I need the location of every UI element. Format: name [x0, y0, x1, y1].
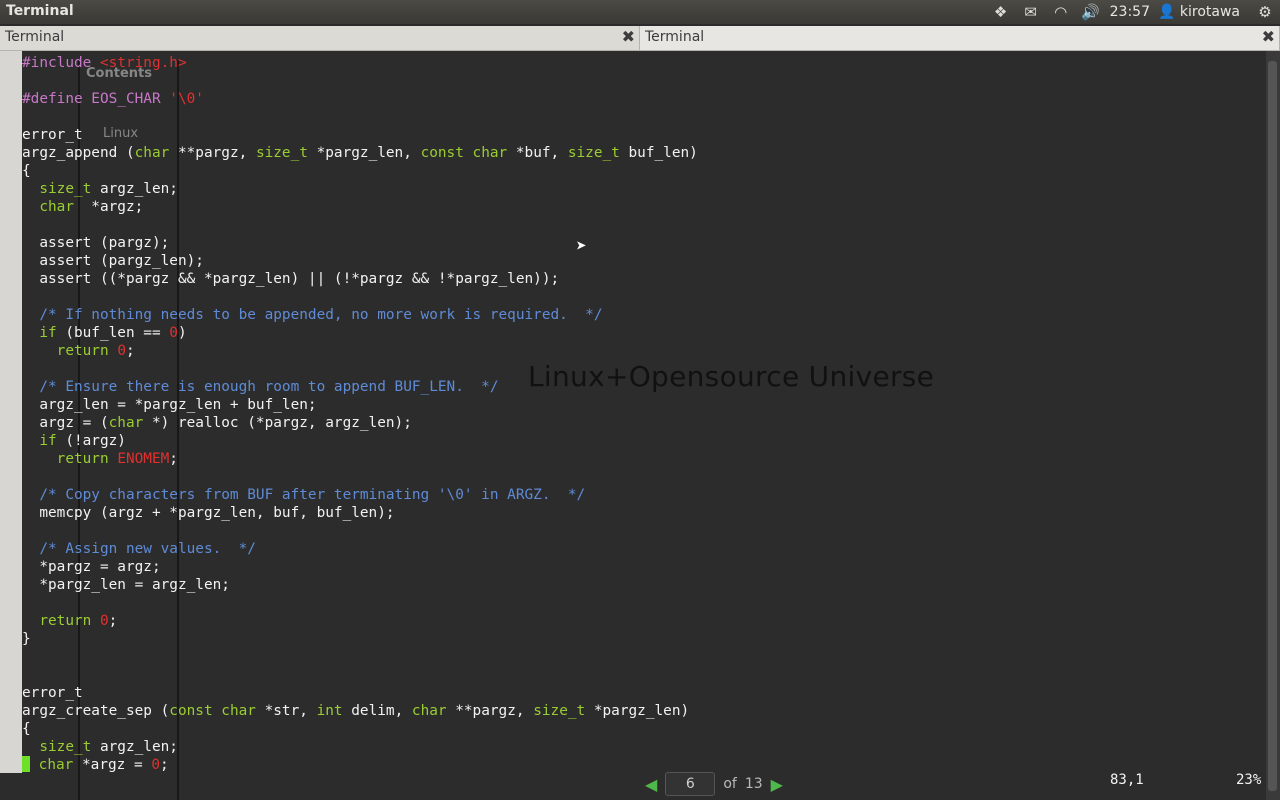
volume-icon[interactable]: 🔊 [1076, 3, 1106, 21]
wifi-icon[interactable]: ◠ [1046, 3, 1076, 21]
scrollbar-thumb[interactable] [1268, 61, 1277, 791]
code-line: argz_create_sep (const char *str, int de… [22, 703, 690, 719]
tab-bar: Terminal ✖ Terminal ✖ [0, 26, 1280, 51]
code-line: char *argz; [39, 199, 144, 215]
mail-icon[interactable]: ✉ [1016, 3, 1046, 21]
page-total: 13 [744, 776, 763, 792]
terminal-left-border [0, 51, 22, 773]
mouse-pointer-icon: ➤ [576, 236, 587, 257]
tab-terminal-1[interactable]: Terminal ✖ [0, 26, 640, 50]
tab-terminal-2[interactable]: Terminal ✖ [640, 26, 1280, 50]
code-line: assert (pargz); [22, 235, 170, 251]
code-line: argz_append (char **pargz, size_t *pargz… [22, 145, 698, 161]
watermark: Linux+Opensource Universe [528, 360, 935, 393]
scroll-percent: 23% [1236, 772, 1262, 788]
tab-label: Terminal [645, 29, 705, 45]
code-line: } [22, 631, 31, 647]
code-line: { [22, 721, 31, 737]
code-line: if (!argz) [39, 433, 126, 449]
code-line: /* If nothing needs to be appended, no m… [39, 307, 603, 323]
code-line: assert (pargz_len); [22, 253, 204, 269]
code-line: #define EOS_CHAR '\0' [22, 91, 204, 107]
code-line: *pargz_len = argz_len; [22, 577, 230, 593]
code-line: return ENOMEM; [56, 451, 178, 467]
user-name: kirotawa [1179, 4, 1240, 20]
cursor-position: 83,1 [1110, 772, 1144, 788]
tab-label: Terminal [5, 29, 65, 45]
dropbox-icon[interactable]: ❖ [986, 3, 1016, 21]
page-of-label: of [723, 776, 737, 792]
code-line: error_t [22, 685, 83, 701]
clock[interactable]: 23:57 [1110, 4, 1150, 20]
code-line: argz = (char *) realloc (*pargz, argz_le… [22, 415, 412, 431]
next-page-icon[interactable]: ▶ [771, 775, 783, 794]
code-line: if (buf_len == 0) [39, 325, 187, 341]
previous-page-icon[interactable]: ◀ [645, 775, 657, 794]
page-navigator: ◀ 6 of 13 ▶ [645, 772, 783, 796]
top-panel: Terminal ❖ ✉ ◠ 🔊 23:57 👤 kirotawa ⚙ [0, 0, 1280, 24]
code-line: argz_len = *pargz_len + buf_len; [22, 397, 317, 413]
code-line: char *argz = 0; [22, 756, 698, 774]
code-line: /* Copy characters from BUF after termin… [39, 487, 586, 503]
code-line: assert ((*pargz && *pargz_len) || (!*par… [22, 271, 560, 287]
code-line: return 0; [39, 613, 118, 629]
code-line: size_t argz_len; [39, 181, 178, 197]
close-icon[interactable]: ✖ [622, 27, 635, 46]
code-line: memcpy (argz + *pargz_len, buf, buf_len)… [22, 505, 395, 521]
code-line: /* Assign new values. */ [39, 541, 256, 557]
code-line: size_t argz_len; [39, 739, 178, 755]
user-menu[interactable]: 👤 kirotawa [1158, 4, 1240, 20]
code-view[interactable]: #include <string.h> #define EOS_CHAR '\0… [22, 54, 698, 774]
status-area [0, 773, 1266, 800]
code-line: #include <string.h> [22, 55, 187, 71]
close-icon[interactable]: ✖ [1262, 27, 1275, 46]
code-line: return 0; [56, 343, 135, 359]
user-icon: 👤 [1158, 4, 1176, 20]
code-line: error_t [22, 127, 83, 143]
window-title: Terminal [6, 3, 74, 19]
page-number-field[interactable]: 6 [665, 772, 716, 796]
system-tray: ❖ ✉ ◠ 🔊 23:57 👤 kirotawa ⚙ [986, 0, 1280, 24]
scrollbar[interactable] [1266, 51, 1280, 800]
code-line: { [22, 163, 31, 179]
gear-icon[interactable]: ⚙ [1250, 3, 1280, 21]
code-line: *pargz = argz; [22, 559, 161, 575]
